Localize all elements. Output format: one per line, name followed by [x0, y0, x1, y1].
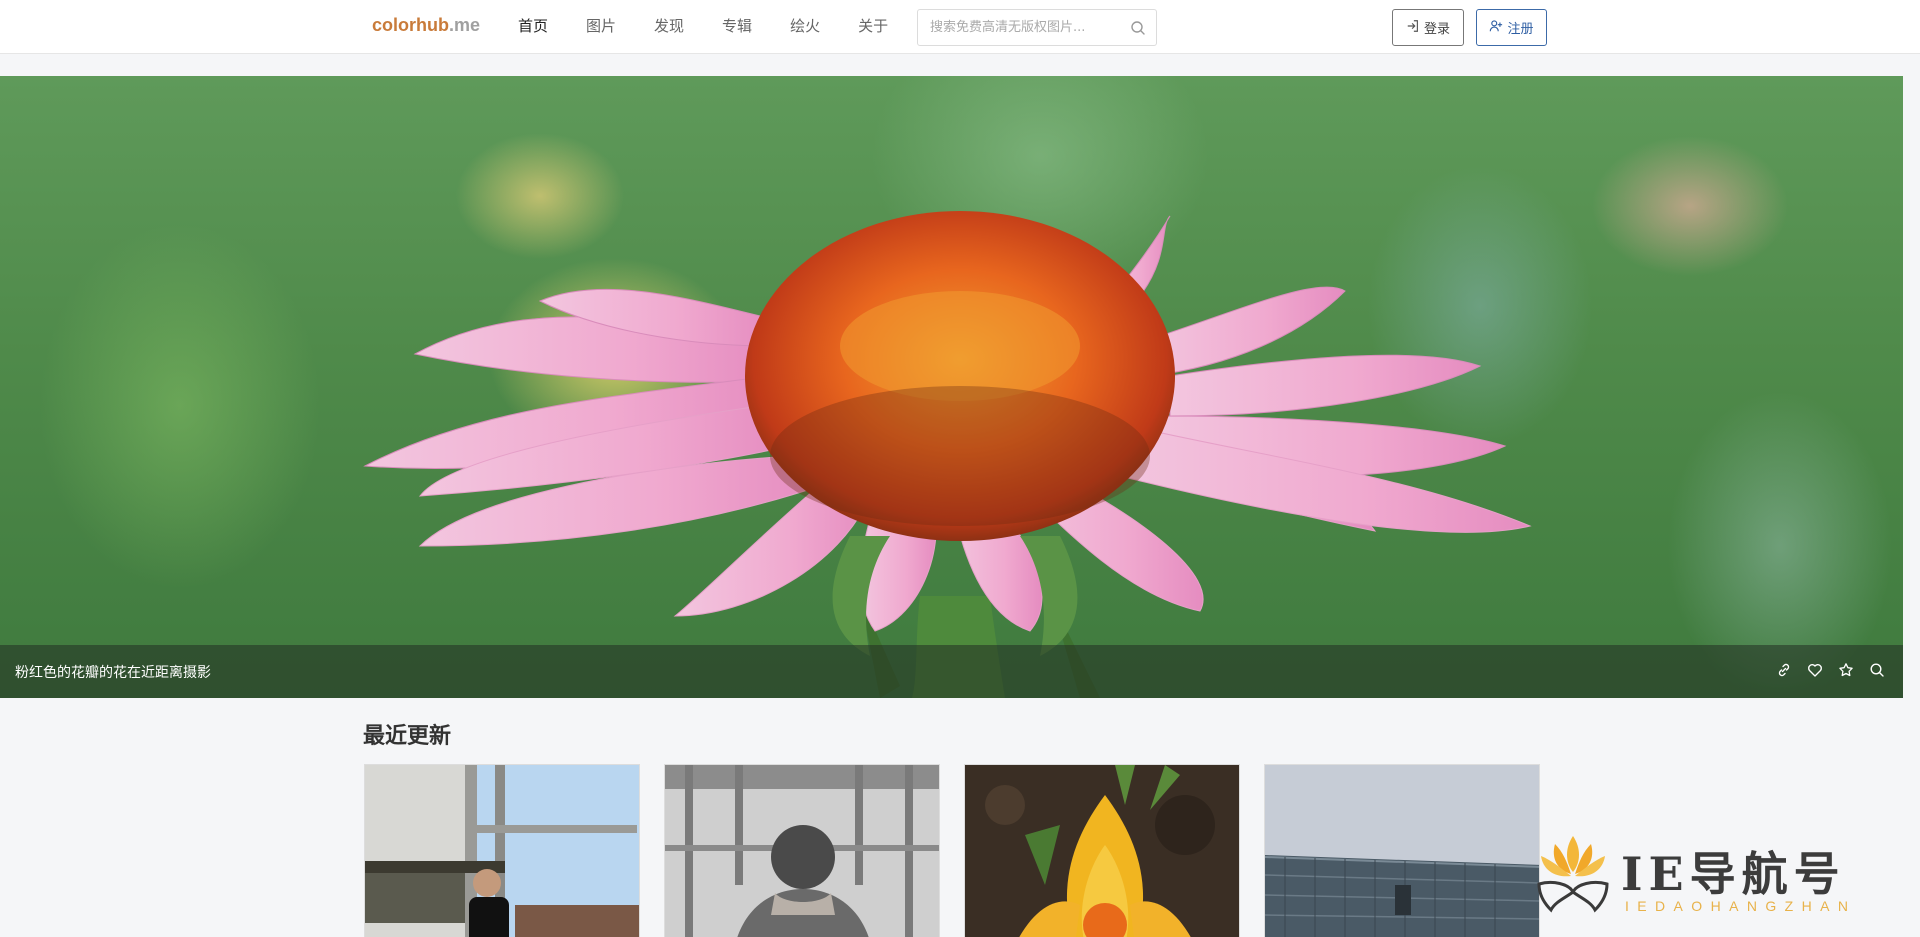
nav-albums[interactable]: 专辑	[722, 0, 752, 54]
logo-main: colorhub	[372, 15, 449, 35]
register-button[interactable]: 注册	[1476, 9, 1547, 46]
photo-thumbnail	[365, 765, 639, 937]
logo-suffix: .me	[449, 15, 481, 35]
photo-card[interactable]	[1264, 764, 1540, 937]
nav-home[interactable]: 首页	[518, 0, 548, 54]
nav-about[interactable]: 关于	[858, 0, 888, 54]
photo-card[interactable]	[364, 764, 640, 937]
heart-icon[interactable]	[1807, 662, 1823, 678]
photo-caption[interactable]: 粉红色的花瓣的花在近距离摄影	[15, 662, 211, 682]
recent-photo-grid	[364, 764, 1540, 937]
lotus-hands-icon	[1537, 836, 1609, 913]
nav-huihuo[interactable]: 绘火	[790, 0, 820, 54]
nav-images[interactable]: 图片	[586, 0, 616, 54]
sign-in-icon	[1406, 19, 1420, 37]
photo-thumbnail	[665, 765, 939, 937]
star-icon[interactable]	[1838, 662, 1854, 678]
main-nav: 首页 图片 发现 专辑 绘火 关于	[518, 0, 926, 54]
login-button[interactable]: 登录	[1392, 9, 1464, 46]
login-label: 登录	[1423, 22, 1450, 37]
search-box	[917, 9, 1157, 46]
watermark-subtext: IEDAOHANGZHAN	[1625, 898, 1857, 914]
site-logo[interactable]: colorhub.me	[372, 15, 480, 36]
flower-photo	[363, 211, 1532, 698]
nav-discover[interactable]: 发现	[654, 0, 684, 54]
featured-photo[interactable]: 粉红色的花瓣的花在近距离摄影	[0, 76, 1903, 698]
caption-bar: 粉红色的花瓣的花在近距离摄影	[0, 645, 1903, 698]
watermark-text: IE导航号	[1621, 847, 1846, 901]
search-icon[interactable]	[1130, 20, 1146, 36]
photo-thumbnail	[965, 765, 1239, 937]
add-user-icon	[1489, 19, 1503, 37]
photo-card[interactable]	[964, 764, 1240, 937]
photo-actions	[1776, 662, 1885, 678]
zoom-icon[interactable]	[1869, 662, 1885, 678]
watermark-logo: IE导航号 IEDAOHANGZHAN	[1533, 828, 1903, 928]
photo-thumbnail	[1265, 765, 1539, 937]
top-header: colorhub.me 首页 图片 发现 专辑 绘火 关于 登录 注册	[0, 0, 1920, 54]
search-input[interactable]	[930, 10, 1125, 45]
recent-updates-title: 最近更新	[363, 724, 452, 749]
link-icon[interactable]	[1776, 662, 1792, 678]
photo-card[interactable]	[664, 764, 940, 937]
register-label: 注册	[1507, 22, 1534, 37]
